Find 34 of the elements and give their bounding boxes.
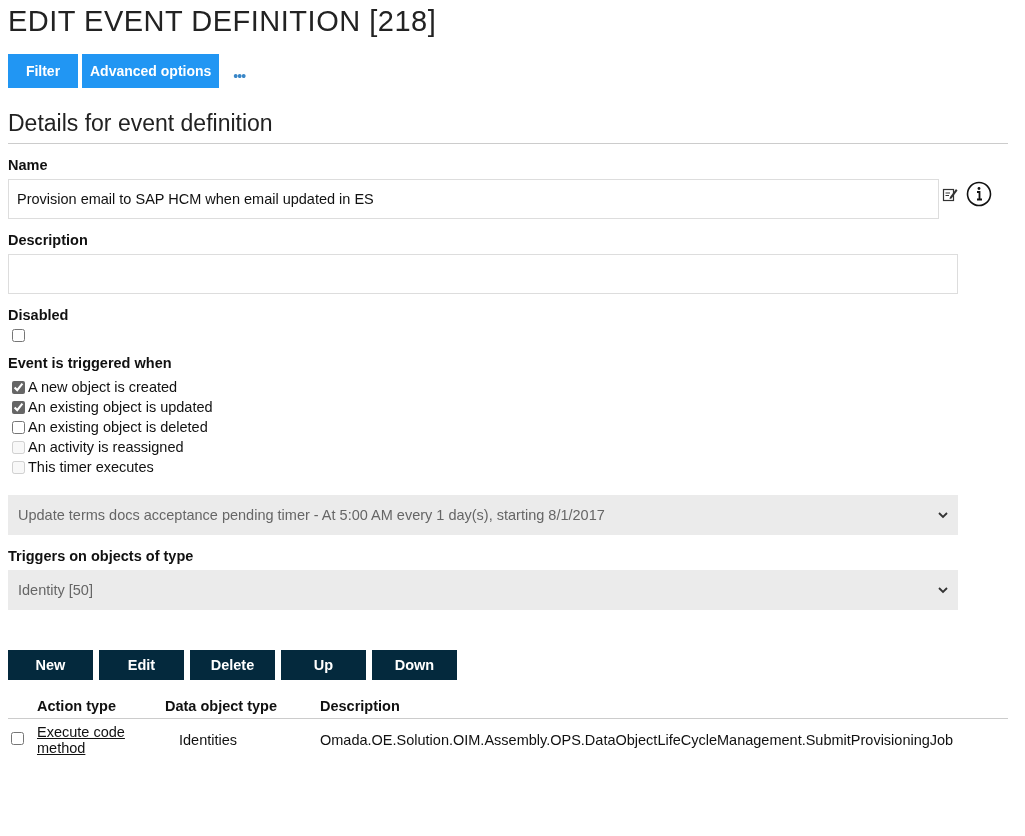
field-label: Triggers on objects of type bbox=[8, 548, 195, 564]
action-button[interactable]: Down bbox=[372, 650, 457, 680]
column-header: Action type bbox=[37, 690, 165, 719]
info-icon[interactable] bbox=[966, 181, 992, 207]
action-button[interactable]: Delete bbox=[190, 650, 275, 680]
action-button[interactable]: New bbox=[8, 650, 93, 680]
more-button[interactable]: ••• bbox=[233, 68, 246, 84]
checkbox-label: This timer executes bbox=[28, 459, 154, 475]
name-field[interactable]: Provision email to SAP HCM when email updated in ES bbox=[8, 179, 939, 219]
description-field[interactable] bbox=[8, 254, 958, 294]
trigger-checkbox[interactable] bbox=[12, 380, 25, 394]
section-title: Details for event definition bbox=[8, 110, 1008, 144]
field-label: Description bbox=[8, 232, 89, 248]
checkbox-label: An existing object is deleted bbox=[28, 419, 208, 435]
trigger-checkbox[interactable] bbox=[12, 420, 25, 434]
checkbox-label: A new object is created bbox=[28, 379, 178, 395]
trigger-checkbox[interactable] bbox=[12, 400, 25, 414]
edit-icon[interactable] bbox=[942, 186, 958, 202]
chevron-down-icon bbox=[938, 511, 948, 519]
checkbox-label: An activity is reassigned bbox=[28, 439, 184, 455]
table-cell: Identities bbox=[165, 718, 320, 761]
field-label: Event is triggered when bbox=[8, 355, 173, 371]
action-button[interactable]: Up bbox=[281, 650, 366, 680]
column-header: Description bbox=[320, 690, 1008, 719]
page-title: EDIT EVENT DEFINITION [218] bbox=[8, 4, 438, 39]
field-label: Disabled bbox=[8, 307, 70, 323]
table-cell: Omada.OE.Solution.OIM.Assembly.OPS.DataObjectLifeCycleManagement.SubmitProvisioningJob bbox=[320, 718, 1008, 761]
action-button[interactable]: Edit bbox=[99, 650, 184, 680]
row-checkbox[interactable] bbox=[11, 732, 24, 745]
checkbox-label: An existing object is updated bbox=[28, 399, 213, 415]
column-header: Data object type bbox=[165, 690, 320, 719]
chevron-down-icon bbox=[938, 586, 948, 594]
field-label: Name bbox=[8, 157, 49, 173]
action-type-link[interactable]: Execute code method bbox=[37, 724, 137, 756]
